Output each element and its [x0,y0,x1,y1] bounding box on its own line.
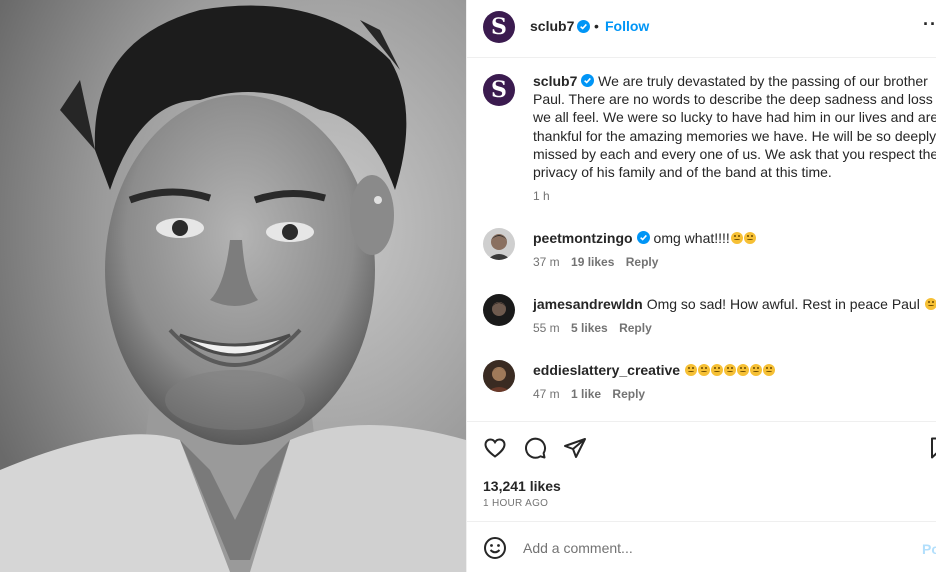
comment-likes[interactable]: 1 like [571,387,601,401]
comment-likes[interactable]: 19 likes [571,255,614,269]
comment-item: peetmontzingo omg what!!!! 37 m 19 likes … [483,228,936,284]
sad-emoji-icon [737,364,750,376]
sad-emoji-icon [724,364,737,376]
verified-badge-icon [577,20,590,33]
post-actions: 13,241 likes 1 HOUR AGO [467,421,936,521]
post-comment-button[interactable]: Po [922,541,936,557]
portrait-image [0,0,466,572]
comment-item: jamesandrewldn Omg so sad! How awful. Res… [483,294,936,350]
verified-badge-icon [581,74,595,87]
comment-time[interactable]: 55 m [533,321,560,335]
reply-button[interactable]: Reply [619,321,652,335]
comment-likes[interactable]: 5 likes [571,321,608,335]
verified-badge-icon [636,231,650,244]
crying-emoji-icon [743,232,756,244]
comment-item: eddieslattery_creative 47 m 1 like Reply [483,360,936,416]
avatar-photo [483,360,515,392]
sad-emoji-icon [711,364,724,376]
comment-line: eddieslattery_creative [533,362,776,378]
comment-time[interactable]: 47 m [533,387,560,401]
caption-username[interactable]: sclub7 [533,73,577,89]
comment-line: jamesandrewldn Omg so sad! How awful. Res… [533,296,936,312]
avatar-photo [483,294,515,326]
sad-emoji-icon [763,364,776,376]
add-comment-bar: Po [467,521,936,572]
commenter-avatar[interactable] [483,294,515,326]
account-avatar[interactable]: S [483,11,515,43]
reply-button[interactable]: Reply [612,387,645,401]
follow-button[interactable]: Follow [605,18,649,34]
heart-icon[interactable] [483,436,507,460]
comment-meta: 47 m 1 like Reply [533,387,653,401]
avatar-letter: S [491,77,507,103]
comment-username[interactable]: eddieslattery_creative [533,362,680,378]
follow-separator: • [594,18,599,34]
more-options-icon[interactable]: ··· [923,14,936,35]
comments-section[interactable]: S sclub7 We are truly devastated by the … [467,58,936,421]
comment-input[interactable] [523,535,903,561]
comment-time[interactable]: 37 m [533,255,560,269]
likes-count[interactable]: 13,241 likes [483,478,561,494]
sad-emoji-icon [924,298,936,310]
header-username[interactable]: sclub7 [530,18,574,34]
post-timestamp: 1 HOUR AGO [483,498,549,509]
comment-meta: 55 m 5 likes Reply [533,321,660,335]
reply-button[interactable]: Reply [626,255,659,269]
comment-text: omg what!!!! [653,230,730,246]
caption-avatar[interactable]: S [483,74,515,106]
bookmark-icon[interactable] [927,436,936,460]
comment-meta: 37 m 19 likes Reply [533,255,666,269]
caption-timestamp[interactable]: 1 h [533,189,550,203]
sad-emoji-icon [698,364,711,376]
post-side-panel: S sclub7 • Follow ··· S sclub7 We are tr… [466,0,936,572]
post-photo[interactable] [0,0,466,572]
share-icon[interactable] [563,436,587,460]
sad-emoji-icon [750,364,763,376]
commenter-avatar[interactable] [483,228,515,260]
caption-text: We are truly devastated by the passing o… [533,73,936,181]
caption-text-block: sclub7 We are truly devastated by the pa… [533,72,936,181]
comment-icon[interactable] [523,436,547,460]
comment-username[interactable]: jamesandrewldn [533,296,643,312]
comment-line: peetmontzingo omg what!!!! [533,230,756,246]
crying-emoji-icon [730,232,743,244]
comment-username[interactable]: peetmontzingo [533,230,633,246]
comment-text: Omg so sad! How awful. Rest in peace Pau… [646,296,920,312]
commenter-avatar[interactable] [483,360,515,392]
avatar-letter: S [491,14,507,40]
sad-emoji-icon [685,364,698,376]
avatar-photo [483,228,515,260]
post-header: S sclub7 • Follow ··· [467,0,936,58]
emoji-picker-icon[interactable] [483,536,507,560]
